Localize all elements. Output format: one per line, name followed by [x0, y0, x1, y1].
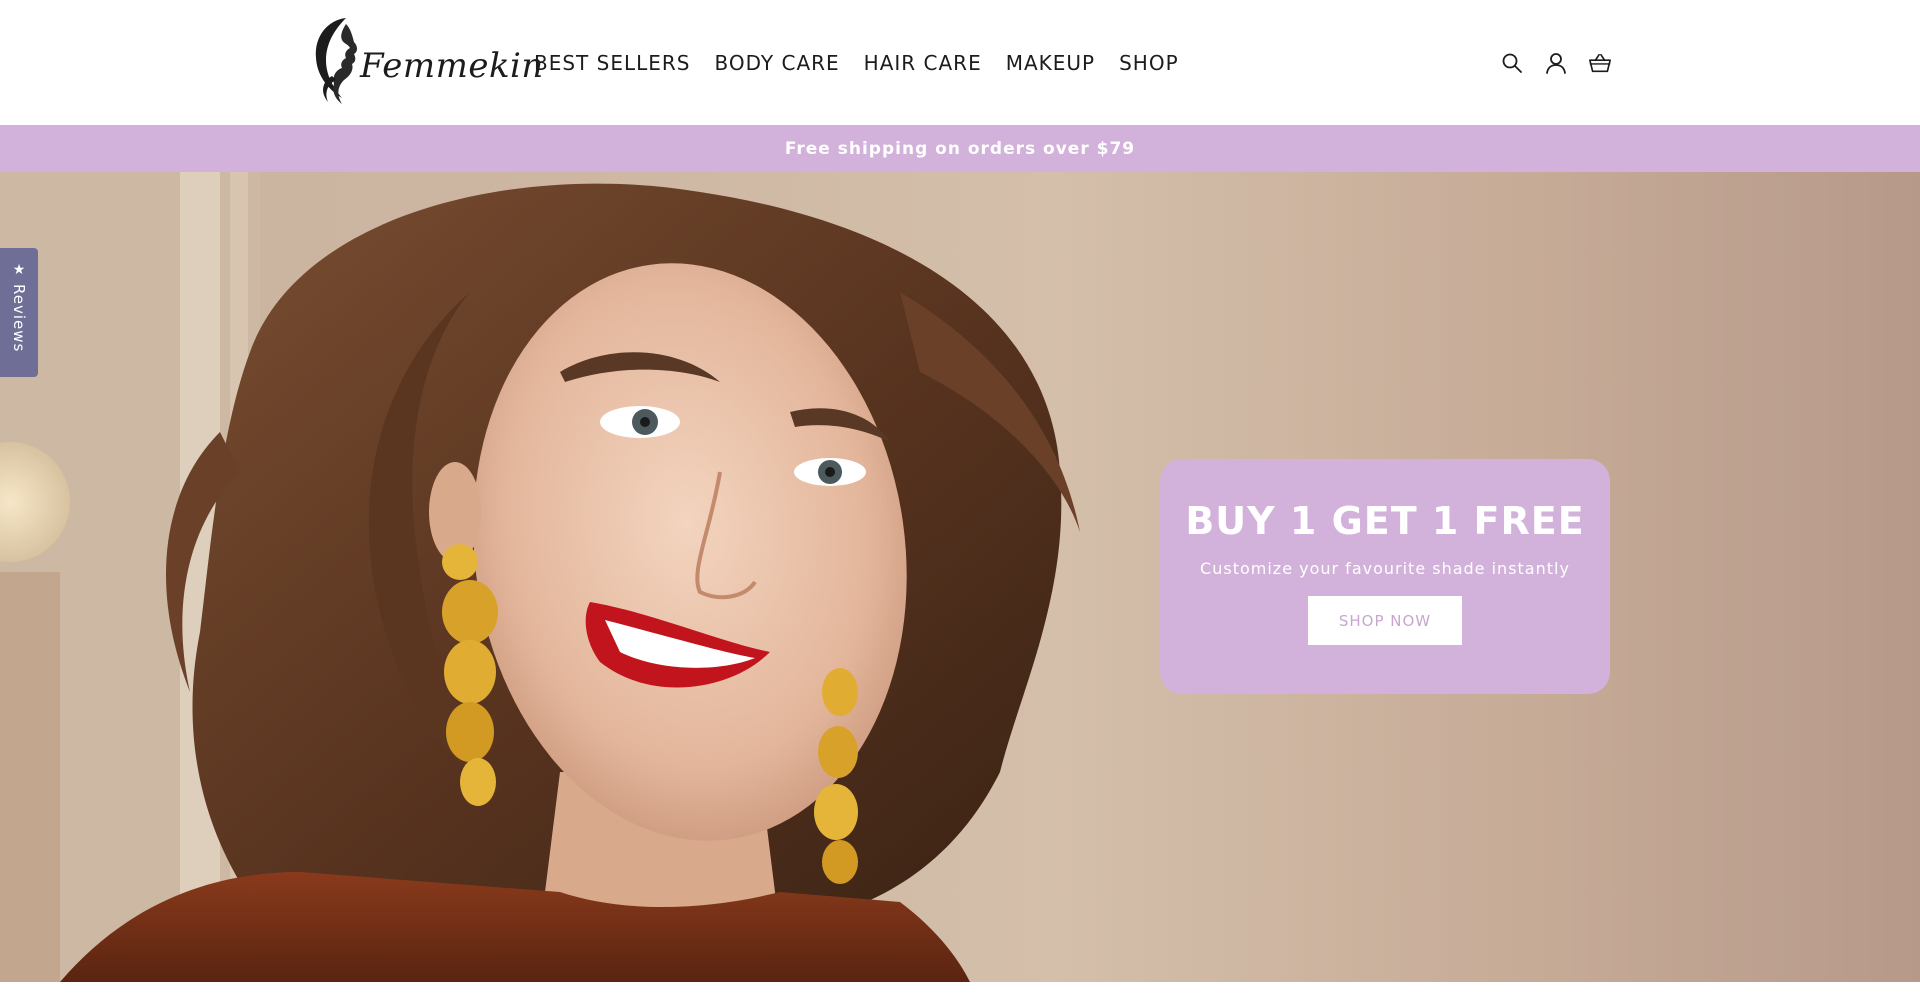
nav-item-shop[interactable]: SHOP — [1119, 51, 1179, 75]
shop-now-button[interactable]: SHOP NOW — [1308, 596, 1462, 645]
nav-item-hair-care[interactable]: HAIR CARE — [864, 51, 982, 75]
hero-banner: BUY 1 GET 1 FREE Customize your favourit… — [0, 172, 1920, 982]
nav-item-makeup[interactable]: MAKEUP — [1006, 51, 1095, 75]
account-icon[interactable] — [1544, 51, 1568, 75]
promo-subtitle: Customize your favourite shade instantly — [1200, 559, 1570, 578]
nav-item-best-sellers[interactable]: BEST SELLERS — [534, 51, 690, 75]
star-icon: ★ — [12, 262, 26, 278]
hero-image — [0, 172, 1080, 982]
nav-item-body-care[interactable]: BODY CARE — [714, 51, 839, 75]
reviews-tab-label: Reviews — [10, 284, 28, 353]
promo-title: BUY 1 GET 1 FREE — [1185, 499, 1585, 543]
main-nav: BEST SELLERS BODY CARE HAIR CARE MAKEUP … — [534, 0, 1203, 125]
search-icon[interactable] — [1500, 51, 1524, 75]
header-icons — [1500, 0, 1612, 125]
logo-wordmark: Femmekin — [360, 46, 544, 86]
announcement-bar: Free shipping on orders over $79 — [0, 125, 1920, 172]
site-header: Femmekin BEST SELLERS BODY CARE HAIR CAR… — [0, 0, 1920, 125]
promo-card: BUY 1 GET 1 FREE Customize your favourit… — [1160, 459, 1610, 694]
reviews-tab[interactable]: ★ Reviews — [0, 248, 38, 377]
announcement-text: Free shipping on orders over $79 — [784, 138, 1136, 159]
header-inner: Femmekin BEST SELLERS BODY CARE HAIR CAR… — [302, 0, 1612, 125]
cart-icon[interactable] — [1588, 51, 1612, 75]
logo[interactable]: Femmekin — [302, 14, 543, 110]
